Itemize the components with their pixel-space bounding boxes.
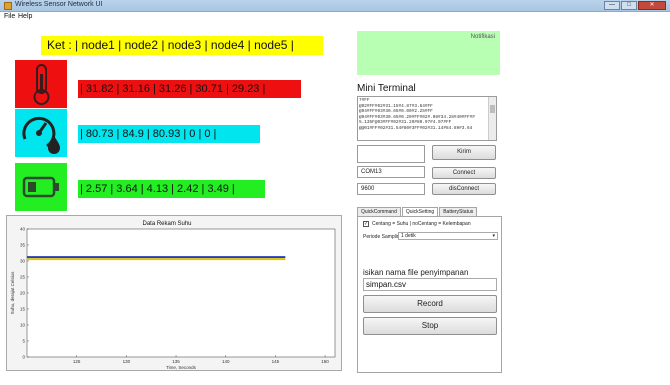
periode-label: Periode Sampling <box>363 234 403 240</box>
checkbox-label: Centang = Suhu | noCentang = Kelembapan <box>372 221 471 227</box>
chart-title: Data Rekam Suhu <box>142 221 191 227</box>
y-tick-label: 40 <box>20 227 26 232</box>
x-tick-label: 135 <box>172 359 180 364</box>
window-controls: — □ ✕ <box>603 1 666 11</box>
checkbox-check-icon[interactable]: ✓ <box>363 221 369 227</box>
x-tick-label: 130 <box>123 359 131 364</box>
close-button[interactable]: ✕ <box>638 1 666 10</box>
plot-area <box>26 228 336 358</box>
stop-button[interactable]: Stop <box>363 317 497 335</box>
baud-field[interactable]: 9600 <box>357 183 425 195</box>
y-tick-label: 10 <box>20 323 26 328</box>
humidity-values: | 80.73 | 84.9 | 80.93 | 0 | 0 | <box>78 125 260 143</box>
x-tick-label: 140 <box>222 359 230 364</box>
mini-terminal-output: 7#FF @02#FF#02#31.15#4.87#3.64#FF @04#FF… <box>357 96 497 141</box>
battery-icon <box>15 163 67 211</box>
menu-bar: File Help <box>0 12 670 23</box>
terminal-line: @@01#FF#02#31.54#80#3FF#02#31.14#84.89#3… <box>359 125 473 131</box>
x-tick-label: 125 <box>73 359 81 364</box>
chart-panel: Data Rekam Suhu 125 130 135 140 145 150 0 5 10 15… <box>6 215 342 371</box>
terminal-input[interactable] <box>357 145 425 163</box>
temperature-values: | 31.82 | 31.16 | 31.26 | 30.71 | 29.23 … <box>78 80 301 98</box>
chart-xlabel: Time, Seconds <box>166 365 197 370</box>
notification-label: Notifikasi <box>470 34 495 40</box>
y-tick-label: 5 <box>22 339 25 344</box>
menu-file[interactable]: File <box>4 13 15 20</box>
quick-setting-panel: ✓ Centang = Suhu | noCentang = Kelembapa… <box>357 216 502 373</box>
window-title: Wireless Sensor Network UI <box>15 1 103 8</box>
kirim-button[interactable]: Kirim <box>432 145 496 160</box>
chart-series <box>27 256 286 261</box>
x-tick-label: 145 <box>272 359 280 364</box>
gauge-drop-icon <box>15 109 67 157</box>
menu-help[interactable]: Help <box>18 13 32 20</box>
connect-button[interactable]: Connect <box>432 167 496 179</box>
y-tick-label: 0 <box>22 355 25 360</box>
x-tick-label: 150 <box>321 359 329 364</box>
maximize-button[interactable]: □ <box>621 1 637 10</box>
desktop: Wireless Sensor Network UI — □ ✕ File He… <box>0 0 670 385</box>
periode-value: 1 detik <box>401 233 416 239</box>
battery-values: | 2.57 | 3.64 | 4.13 | 2.42 | 3.49 | <box>78 180 265 198</box>
minimize-button[interactable]: — <box>604 1 620 10</box>
node-legend-key: Ket : | node1 | node2 | node3 | node4 | … <box>41 36 323 55</box>
disconnect-button[interactable]: disConnect <box>432 183 496 195</box>
temperature-chart: Data Rekam Suhu 125 130 135 140 145 150 0 5 10 15… <box>10 221 336 370</box>
y-tick-label: 30 <box>20 259 26 264</box>
app-icon <box>4 2 12 10</box>
y-tick-label: 25 <box>20 275 26 280</box>
terminal-scrollbar[interactable] <box>488 97 496 140</box>
port-field[interactable]: COM13 <box>357 166 425 178</box>
record-button[interactable]: Record <box>363 295 497 313</box>
periode-select[interactable]: 1 detik ▾ <box>398 232 498 240</box>
mini-terminal-title: Mini Terminal <box>357 83 416 94</box>
title-bar: Wireless Sensor Network UI — □ ✕ <box>0 0 670 12</box>
notification-panel: Notifikasi <box>357 31 500 75</box>
filename-input[interactable]: simpan.csv <box>363 278 497 291</box>
chevron-down-icon[interactable]: ▾ <box>492 233 495 239</box>
thermometer-icon <box>15 60 67 108</box>
y-tick-label: 20 <box>20 291 26 296</box>
chart-ylabel: Suhu, derajat Celsius <box>10 271 15 315</box>
suhu-checkbox[interactable]: ✓ Centang = Suhu | noCentang = Kelembapa… <box>363 221 471 227</box>
filename-label: isikan nama file penyimpanan <box>363 268 469 277</box>
y-tick-label: 15 <box>20 307 26 312</box>
y-tick-label: 35 <box>20 243 26 248</box>
